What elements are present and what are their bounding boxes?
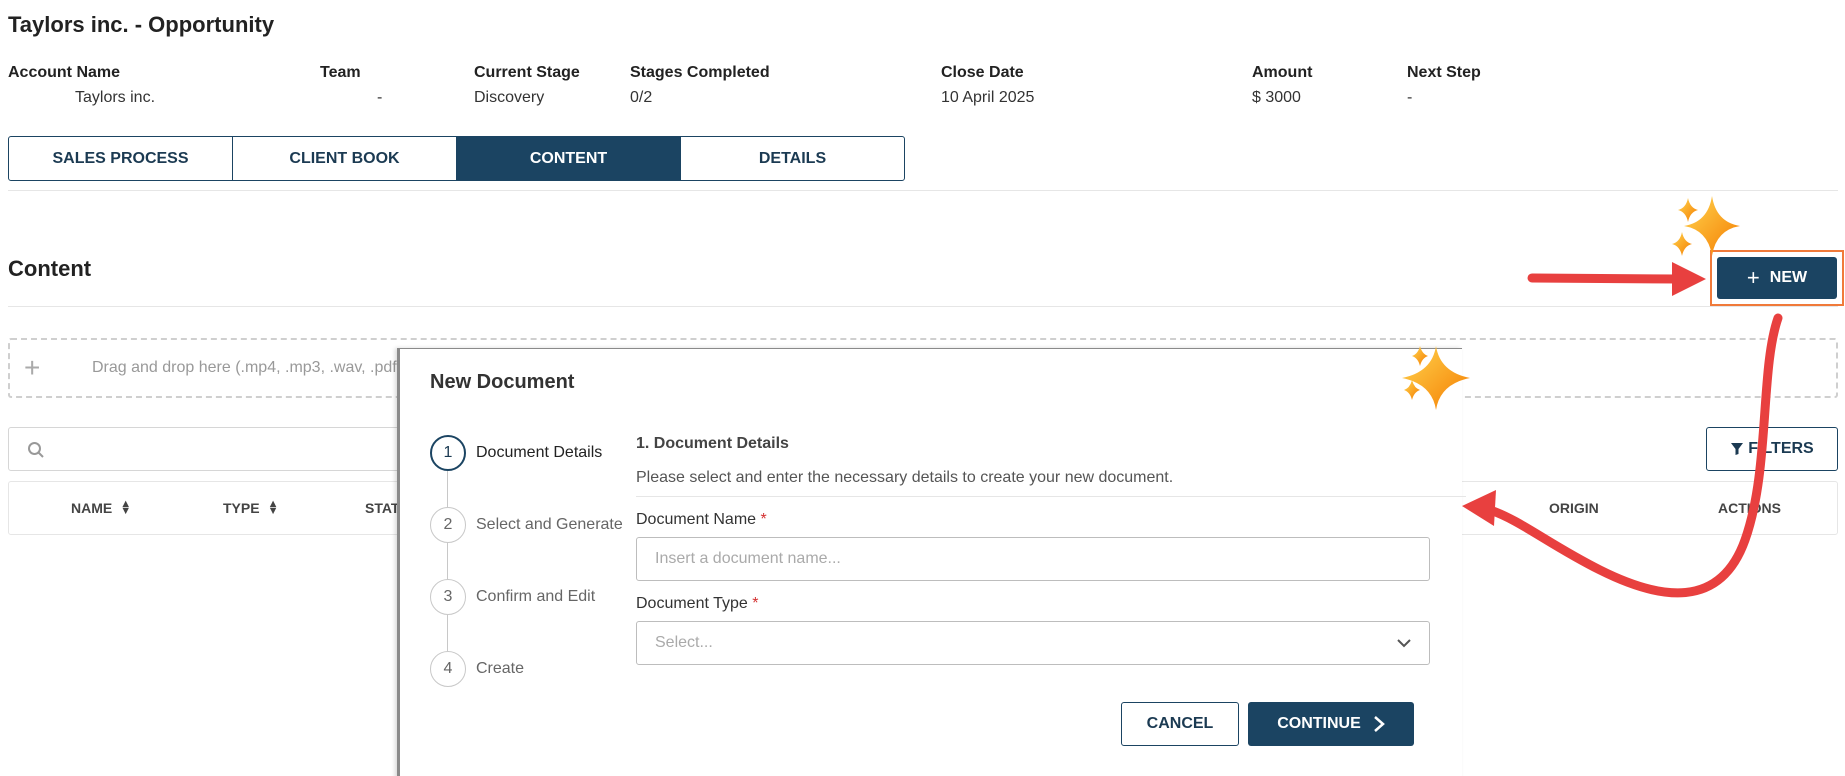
step-number: 2 <box>430 507 466 543</box>
content-section-title: Content <box>8 256 92 281</box>
chevron-right-icon <box>1373 716 1385 732</box>
chevron-down-icon <box>1397 639 1411 648</box>
plus-icon: + <box>1746 265 1760 290</box>
amount-value: $ 3000 <box>1252 89 1301 106</box>
column-actions-label: ACTIONS <box>1718 500 1781 516</box>
sort-icon: ▲ ▼ <box>120 498 132 517</box>
step-connector <box>447 543 448 579</box>
next-step-label: Next Step <box>1407 64 1481 81</box>
new-document-modal: New Document 1 Document Details 2 Select… <box>397 348 1466 776</box>
tab-content[interactable]: CONTENT <box>457 137 681 180</box>
account-name-field: Account Name Taylors inc. <box>8 64 155 107</box>
column-header-type[interactable]: TYPE ▲ ▼ <box>223 498 279 517</box>
next-step-field: Next Step - <box>1407 64 1481 107</box>
tab-client-book[interactable]: CLIENT BOOK <box>233 137 457 180</box>
account-name-link[interactable]: Taylors inc. <box>75 89 155 107</box>
current-stage-value: Discovery <box>474 89 545 106</box>
document-type-label-text: Document Type <box>636 595 748 612</box>
step-label: Select and Generate <box>476 516 623 533</box>
sort-icon: ▲ ▼ <box>267 498 279 517</box>
new-button-highlight: + NEW <box>1710 250 1844 306</box>
team-field: Team - <box>320 64 382 107</box>
step-select-and-generate: 2 Select and Generate <box>430 507 623 543</box>
document-name-label-text: Document Name <box>636 511 757 528</box>
close-date-value: 10 April 2025 <box>941 89 1035 106</box>
required-marker: * <box>760 511 767 528</box>
document-details-form: 1. Document Details Please select and en… <box>636 435 1466 665</box>
divider <box>8 306 1838 307</box>
column-header-actions: ACTIONS <box>1718 500 1781 516</box>
search-input[interactable] <box>8 427 428 471</box>
column-header-origin: ORIGIN <box>1549 500 1599 516</box>
filters-button[interactable]: FILTERS <box>1706 427 1838 471</box>
stages-completed-field: Stages Completed 0/2 <box>630 64 770 107</box>
new-button-label: NEW <box>1769 269 1808 286</box>
filters-label: FILTERS <box>1748 440 1814 457</box>
divider <box>8 190 1838 191</box>
column-name-label: NAME <box>71 500 113 516</box>
continue-button[interactable]: CONTINUE <box>1248 702 1414 746</box>
modal-title: New Document <box>430 371 575 393</box>
account-name-label: Account Name <box>8 64 121 81</box>
stages-completed-label: Stages Completed <box>630 64 770 81</box>
form-description: Please select and enter the necessary de… <box>636 469 1174 486</box>
step-number: 4 <box>430 651 466 687</box>
column-origin-label: ORIGIN <box>1549 500 1599 516</box>
tab-sales-process[interactable]: SALES PROCESS <box>9 137 233 180</box>
document-name-input[interactable] <box>636 537 1430 581</box>
column-header-status[interactable]: STAT <box>365 500 399 516</box>
document-type-select[interactable]: Select... <box>636 621 1430 665</box>
dropzone-text: Drag and drop here (.mp4, .mp3, .wav, .p… <box>92 359 402 376</box>
close-date-label: Close Date <box>941 64 1024 81</box>
new-content-button[interactable]: + NEW <box>1717 257 1837 299</box>
document-type-placeholder: Select... <box>655 634 713 651</box>
step-connector <box>447 471 448 507</box>
cancel-button[interactable]: CANCEL <box>1121 702 1239 746</box>
document-name-label: Document Name * <box>636 511 1436 529</box>
step-label: Document Details <box>476 444 603 461</box>
current-stage-field: Current Stage Discovery <box>474 64 580 107</box>
stages-completed-value: 0/2 <box>630 89 653 106</box>
column-header-name[interactable]: NAME ▲ ▼ <box>71 498 132 517</box>
step-number: 1 <box>430 435 466 471</box>
step-label: Create <box>476 660 525 677</box>
column-status-label: STAT <box>365 500 400 516</box>
amount-label: Amount <box>1252 64 1313 81</box>
opportunity-info: Account Name Taylors inc. Team - Current… <box>0 64 1845 110</box>
next-step-value: - <box>1407 89 1413 106</box>
step-create: 4 Create <box>430 651 524 687</box>
plus-icon: + <box>24 352 41 383</box>
close-date-field: Close Date 10 April 2025 <box>941 64 1034 107</box>
column-type-label: TYPE <box>223 500 260 516</box>
team-label: Team <box>320 64 361 81</box>
step-confirm-and-edit: 3 Confirm and Edit <box>430 579 595 615</box>
tab-details[interactable]: DETAILS <box>681 137 904 180</box>
step-label: Confirm and Edit <box>476 588 596 605</box>
step-connector <box>447 615 448 651</box>
continue-label: CONTINUE <box>1277 715 1361 732</box>
search-icon <box>28 442 44 458</box>
step-number: 3 <box>430 579 466 615</box>
document-type-label: Document Type * <box>636 595 1436 613</box>
required-marker: * <box>752 595 759 612</box>
current-stage-label: Current Stage <box>474 64 580 81</box>
step-document-details: 1 Document Details <box>430 435 602 471</box>
arrow-icon <box>1527 262 1706 296</box>
amount-field: Amount $ 3000 <box>1252 64 1312 107</box>
form-heading: 1. Document Details <box>636 435 789 452</box>
team-value: - <box>377 89 383 106</box>
page-title: Taylors inc. - Opportunity <box>8 12 275 37</box>
filter-icon <box>1731 443 1744 455</box>
sparkle-icon <box>1672 196 1740 256</box>
opportunity-tabs: SALES PROCESS CLIENT BOOK CONTENT DETAIL… <box>8 136 905 181</box>
divider <box>636 496 1466 497</box>
